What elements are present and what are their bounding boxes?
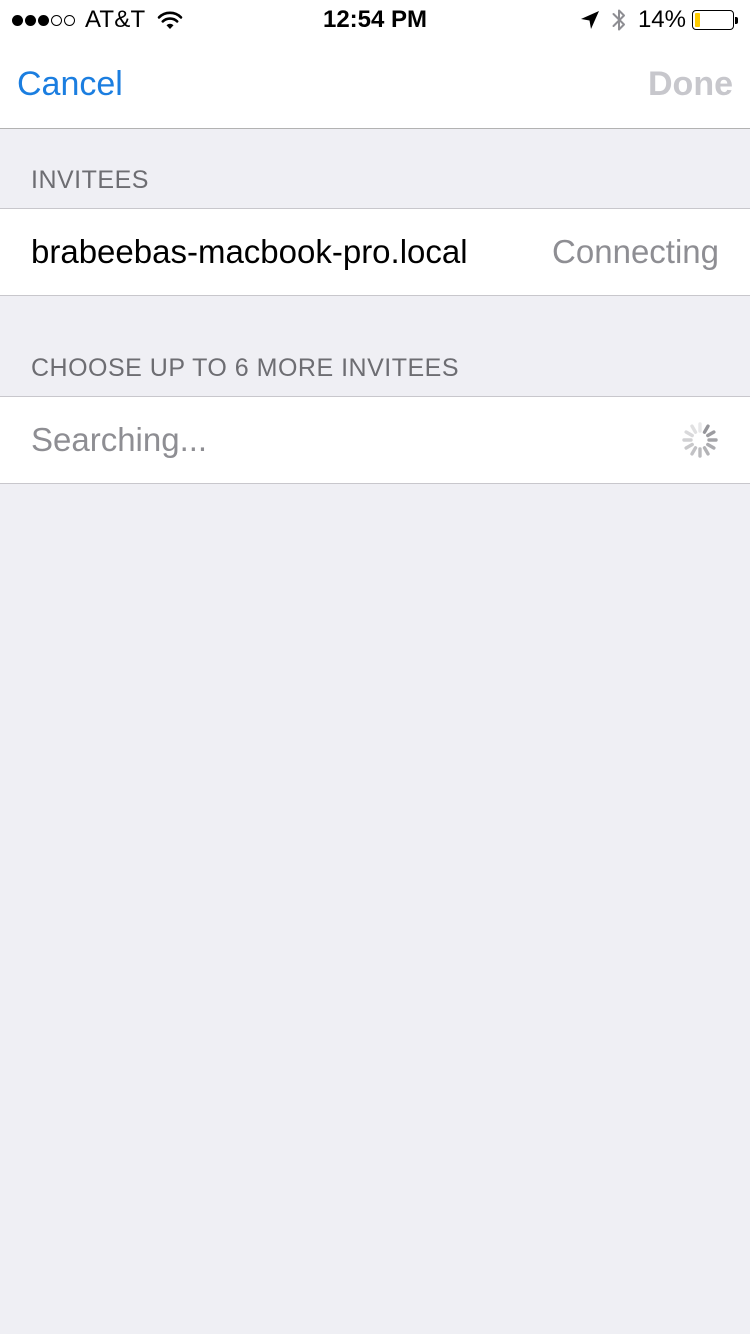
- battery-tip: [735, 16, 738, 24]
- invitee-name: brabeebas-macbook-pro.local: [31, 233, 468, 270]
- spinner-spoke: [702, 446, 710, 456]
- spinner-spoke: [706, 430, 716, 438]
- spinner-spoke: [690, 424, 698, 434]
- spinner-spoke: [684, 430, 694, 438]
- battery-body: [692, 10, 734, 30]
- invitees-section-header: INVITEES: [31, 166, 149, 194]
- bluetooth-icon: [612, 9, 625, 31]
- spinner-spoke: [684, 442, 694, 450]
- spinner-spoke: [702, 424, 710, 434]
- activity-spinner-icon: [682, 422, 718, 458]
- battery-icon: [692, 10, 738, 30]
- spinner-spoke: [706, 442, 716, 450]
- navigation-bar: Cancel Done: [0, 40, 750, 129]
- cancel-button[interactable]: Cancel: [17, 40, 123, 128]
- battery-level-fill: [695, 13, 701, 27]
- invitee-row[interactable]: brabeebas-macbook-pro.local Connecting: [0, 208, 750, 296]
- choose-invitees-section-header: CHOOSE UP TO 6 MORE INVITEES: [31, 354, 459, 382]
- done-button[interactable]: Done: [648, 40, 733, 128]
- spinner-spoke: [690, 446, 698, 456]
- searching-label: Searching...: [31, 421, 208, 458]
- searching-row: Searching...: [0, 396, 750, 484]
- location-arrow-icon: [580, 11, 599, 29]
- invitee-status: Connecting: [552, 233, 719, 270]
- status-right: 14%: [580, 6, 738, 34]
- battery-percent: 14%: [637, 6, 686, 33]
- status-bar: AT&T 12:54 PM 14%: [0, 0, 750, 40]
